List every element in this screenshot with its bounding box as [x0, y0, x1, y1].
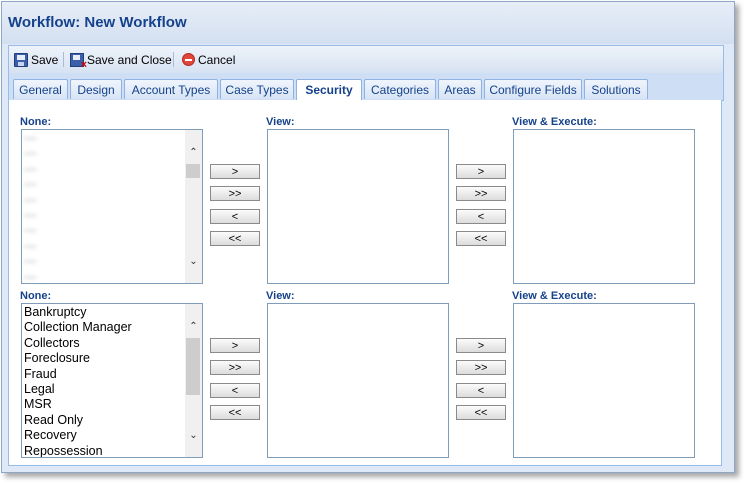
move-left-button[interactable]: <: [456, 209, 506, 224]
list-item[interactable]: —: [24, 131, 184, 146]
save-button-label: Save: [31, 52, 59, 67]
list-item[interactable]: Repossession: [24, 444, 184, 457]
chevron-down-icon[interactable]: ⌄: [185, 253, 202, 269]
chevron-up-icon[interactable]: ⌃: [185, 144, 202, 160]
security-panel: None: View: View & Execute: — — — — — — …: [8, 100, 722, 466]
window-titlebar: Workflow: New Workflow: [2, 2, 734, 44]
window-title: Workflow: New Workflow: [8, 14, 187, 31]
none-listbox-2[interactable]: Bankruptcy Collection Manager Collectors…: [21, 303, 203, 458]
list-item[interactable]: —: [24, 223, 184, 238]
move-left-button[interactable]: <: [210, 209, 260, 224]
move-right-button[interactable]: >: [456, 164, 506, 179]
workflow-window: Workflow: New Workflow Save Save and Clo…: [1, 1, 735, 473]
list-item[interactable]: —: [24, 193, 184, 208]
list-item[interactable]: —: [24, 208, 184, 223]
view-execute-listbox-2[interactable]: [513, 303, 695, 458]
scroll-thumb[interactable]: [186, 164, 200, 178]
chevron-up-icon[interactable]: ⌃: [185, 318, 202, 334]
save-and-close-button[interactable]: Save and Close: [70, 51, 172, 71]
move-left-button[interactable]: <: [210, 383, 260, 398]
tab-design[interactable]: Design: [70, 79, 122, 99]
list-item[interactable]: Recovery: [24, 428, 184, 443]
none-listbox-1[interactable]: — — — — — — — — — — ⌃ ⌄: [21, 129, 203, 284]
listbox-scrollbar[interactable]: ⌃ ⌄: [185, 304, 202, 457]
none-label: None:: [20, 116, 52, 128]
view-label: View:: [266, 290, 295, 302]
move-all-left-button[interactable]: <<: [456, 405, 506, 420]
list-item[interactable]: —: [24, 254, 184, 269]
view-execute-label: View & Execute:: [512, 290, 597, 302]
cancel-button[interactable]: Cancel: [182, 51, 235, 68]
list-item[interactable]: Read Only: [24, 413, 184, 428]
toolbar: Save Save and Close Cancel: [8, 45, 724, 73]
list-item[interactable]: —: [24, 146, 184, 161]
move-all-right-button[interactable]: >>: [456, 360, 506, 375]
scroll-thumb[interactable]: [186, 338, 200, 395]
list-item[interactable]: —: [24, 177, 184, 192]
tab-categories[interactable]: Categories: [364, 79, 436, 99]
list-item[interactable]: MSR: [24, 397, 184, 412]
move-all-left-button[interactable]: <<: [456, 231, 506, 246]
tab-solutions[interactable]: Solutions: [584, 79, 648, 99]
move-right-button[interactable]: >: [456, 338, 506, 353]
none-list-items: — — — — — — — — — —: [24, 131, 184, 283]
view-label: View:: [266, 116, 295, 128]
save-icon: [14, 52, 28, 67]
none-list-items: Bankruptcy Collection Manager Collectors…: [24, 305, 184, 457]
move-all-right-button[interactable]: >>: [210, 360, 260, 375]
chevron-down-icon[interactable]: ⌄: [185, 427, 202, 443]
view-listbox-1[interactable]: [267, 129, 449, 284]
tab-general[interactable]: General: [13, 79, 68, 99]
save-and-close-label: Save and Close: [87, 52, 172, 67]
save-button[interactable]: Save: [14, 51, 58, 68]
list-item[interactable]: —: [24, 270, 184, 283]
move-all-left-button[interactable]: <<: [210, 231, 260, 246]
move-all-right-button[interactable]: >>: [456, 186, 506, 201]
listbox-scrollbar[interactable]: ⌃ ⌄: [185, 130, 202, 283]
tab-security[interactable]: Security: [296, 79, 362, 100]
tab-account-types[interactable]: Account Types: [124, 79, 218, 99]
tab-configure-fields[interactable]: Configure Fields: [484, 79, 582, 99]
list-item[interactable]: Bankruptcy: [24, 305, 184, 320]
toolbar-separator: [63, 52, 64, 67]
tab-strip: General Design Account Types Case Types …: [8, 73, 724, 101]
toolbar-separator: [173, 52, 174, 67]
move-all-right-button[interactable]: >>: [210, 186, 260, 201]
tab-areas[interactable]: Areas: [438, 79, 482, 99]
move-left-button[interactable]: <: [456, 383, 506, 398]
list-item[interactable]: —: [24, 239, 184, 254]
move-all-left-button[interactable]: <<: [210, 405, 260, 420]
move-right-button[interactable]: >: [210, 338, 260, 353]
list-item[interactable]: Fraud: [24, 367, 184, 382]
view-execute-listbox-1[interactable]: [513, 129, 695, 284]
view-execute-label: View & Execute:: [512, 116, 597, 128]
tab-case-types[interactable]: Case Types: [220, 79, 294, 99]
list-item[interactable]: Collection Manager: [24, 320, 184, 335]
list-item[interactable]: —: [24, 162, 184, 177]
none-label: None:: [20, 290, 52, 302]
list-item[interactable]: Foreclosure: [24, 351, 184, 366]
view-listbox-2[interactable]: [267, 303, 449, 458]
save-close-icon: [70, 52, 87, 71]
cancel-button-label: Cancel: [198, 52, 236, 67]
cancel-icon: [182, 53, 195, 66]
list-item[interactable]: Legal: [24, 382, 184, 397]
list-item[interactable]: Collectors: [24, 336, 184, 351]
move-right-button[interactable]: >: [210, 164, 260, 179]
